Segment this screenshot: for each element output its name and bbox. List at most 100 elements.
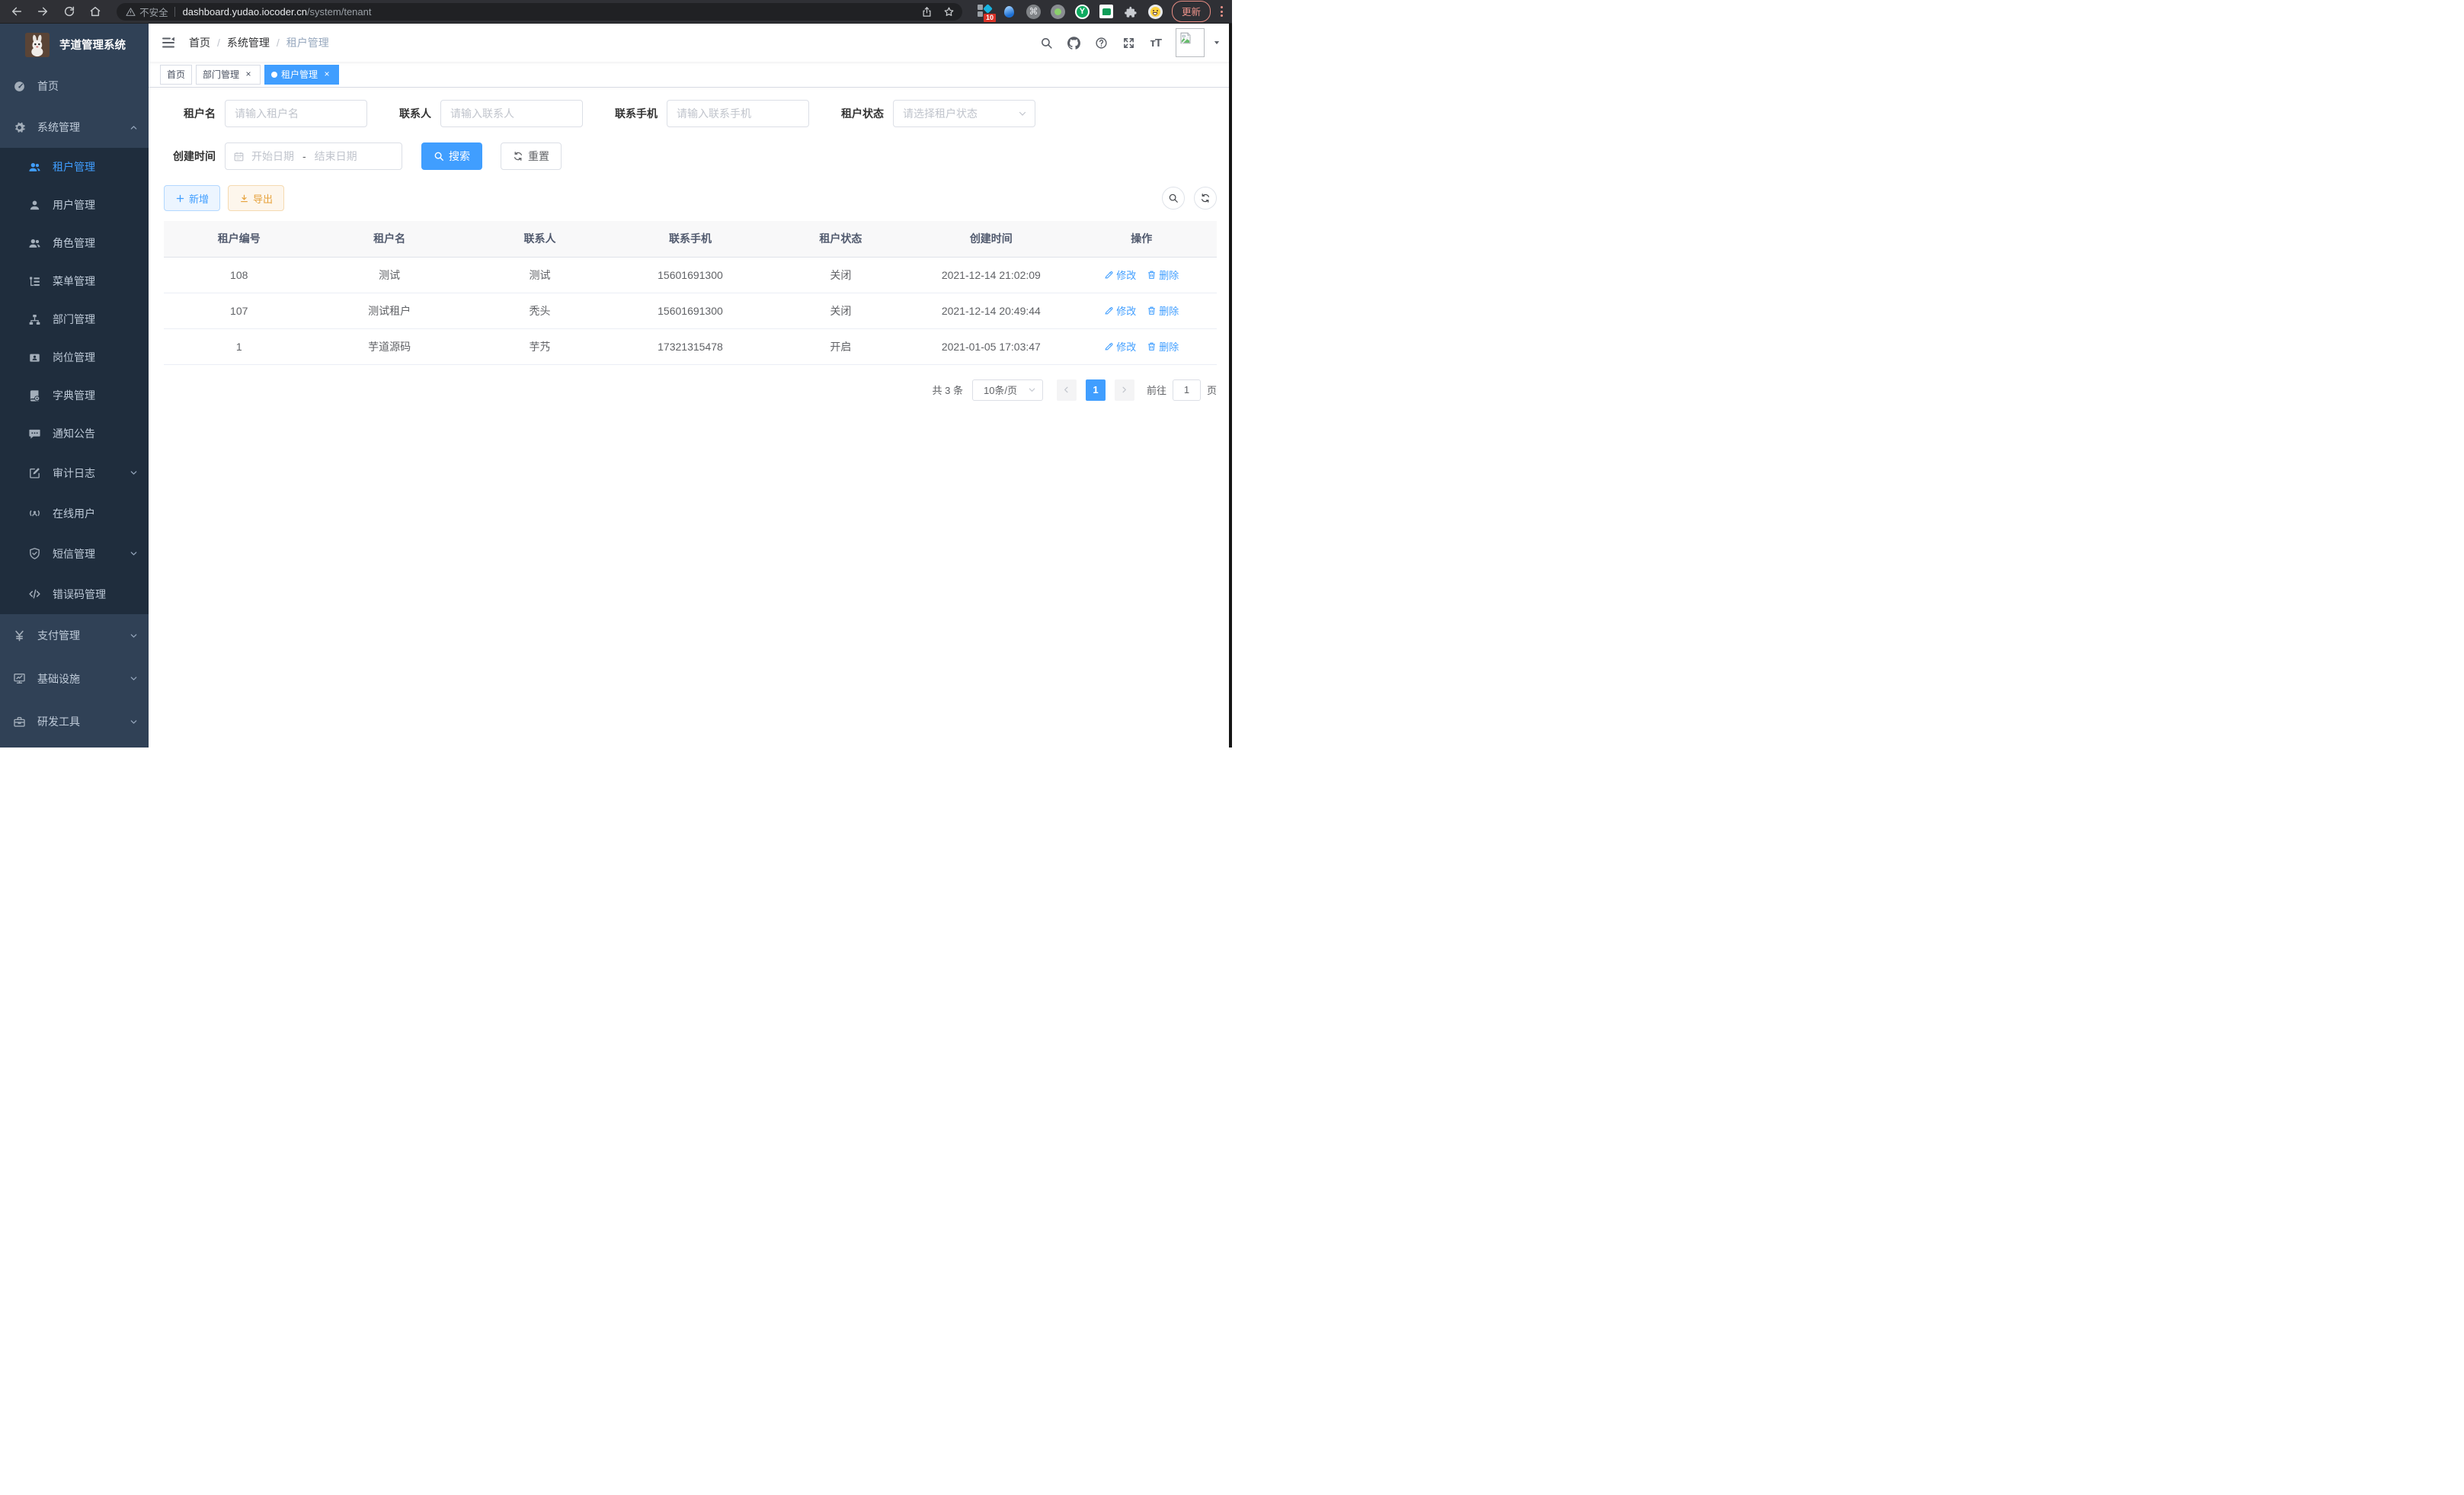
browser-forward-icon[interactable]	[34, 2, 53, 21]
tenant-name-input[interactable]	[225, 100, 367, 127]
extension-grid-icon[interactable]: 10	[978, 5, 992, 19]
breadcrumb-item[interactable]: 首页	[189, 35, 210, 50]
status-select[interactable]: 请选择租户状态	[893, 100, 1035, 127]
status-label: 租户状态	[841, 106, 884, 121]
sidebar-item-role-management[interactable]: 角色管理	[0, 224, 149, 262]
tab-home[interactable]: 首页	[160, 65, 192, 85]
audit-log-icon	[28, 466, 41, 479]
error-code-icon	[28, 587, 41, 600]
omnibox-divider	[174, 7, 175, 17]
sidebar-item-system-management[interactable]: 系统管理	[0, 107, 149, 148]
github-icon[interactable]	[1067, 37, 1080, 50]
sidebar-toggle-icon[interactable]	[161, 35, 176, 50]
extension-y-icon[interactable]: Y	[1075, 5, 1090, 19]
tab-tenant-management[interactable]: 租户管理×	[264, 65, 339, 85]
pagination: 共 3 条 10条/页 1 前往 页	[164, 379, 1217, 401]
sidebar-item-menu-management[interactable]: 菜单管理	[0, 262, 149, 300]
sidebar-item-sms-management[interactable]: 短信管理	[0, 533, 149, 574]
page-suffix: 页	[1207, 383, 1217, 397]
security-label[interactable]: 不安全	[139, 5, 168, 19]
sms-shield-icon	[28, 547, 41, 560]
sidebar-item-infrastructure[interactable]: 基础设施	[0, 657, 149, 700]
sidebar-item-dept-management[interactable]: 部门管理	[0, 300, 149, 338]
sidebar: 芋道管理系统 首页系统管理租户管理用户管理角色管理菜单管理部门管理岗位管理字典管…	[0, 24, 149, 748]
sidebar-menu: 首页系统管理租户管理用户管理角色管理菜单管理部门管理岗位管理字典管理通知公告审计…	[0, 66, 149, 743]
close-tab-icon[interactable]: ×	[322, 69, 332, 80]
user-avatar[interactable]	[1176, 28, 1205, 57]
font-size-icon[interactable]: тT	[1150, 37, 1161, 50]
help-icon[interactable]	[1095, 37, 1108, 50]
table-row: 108测试测试15601691300关闭2021-12-14 21:02:09修…	[164, 257, 1217, 293]
trash-icon	[1147, 306, 1157, 315]
extension-badge: 10	[983, 13, 997, 23]
cell-mobile: 15601691300	[615, 293, 765, 328]
sidebar-item-error-code-management[interactable]: 错误码管理	[0, 574, 149, 614]
edit-link[interactable]: 修改	[1104, 339, 1136, 354]
delete-link[interactable]: 删除	[1147, 267, 1179, 282]
search-icon	[1168, 193, 1179, 203]
refresh-table-button[interactable]	[1194, 187, 1217, 210]
sidebar-item-online-users[interactable]: 在线用户	[0, 493, 149, 533]
breadcrumb-item[interactable]: 系统管理	[227, 35, 270, 50]
extension-balloon-icon[interactable]	[1002, 5, 1016, 19]
browser-home-icon[interactable]	[87, 2, 105, 21]
tab-dept-management[interactable]: 部门管理×	[196, 65, 261, 85]
extension-chat-icon[interactable]	[1099, 5, 1114, 19]
goto-page-input[interactable]	[1173, 379, 1201, 401]
bookmark-star-icon[interactable]	[943, 6, 955, 18]
next-page-button[interactable]	[1115, 379, 1134, 401]
search-button[interactable]: 搜索	[421, 142, 482, 170]
chrome-update-button[interactable]: 更新	[1172, 1, 1211, 22]
address-bar[interactable]: 不安全 dashboard.yudao.iocoder.cn/system/te…	[117, 3, 962, 21]
reset-button[interactable]: 重置	[501, 142, 562, 170]
column-header: 租户状态	[766, 221, 916, 257]
column-header: 租户编号	[164, 221, 314, 257]
extension-recorder-icon[interactable]	[1051, 5, 1065, 19]
sidebar-item-audit-log[interactable]: 审计日志	[0, 453, 149, 493]
create-time-range-picker[interactable]: 开始日期 - 结束日期	[225, 142, 402, 170]
mobile-input[interactable]	[667, 100, 809, 127]
delete-link[interactable]: 删除	[1147, 339, 1179, 354]
export-button[interactable]: 导出	[228, 185, 284, 211]
close-tab-icon[interactable]: ×	[243, 69, 254, 80]
page-number-current[interactable]: 1	[1086, 379, 1106, 401]
broken-image-icon	[1179, 31, 1192, 45]
payment-icon	[13, 629, 26, 642]
sidebar-item-tenant-management[interactable]: 租户管理	[0, 148, 149, 186]
share-icon[interactable]	[921, 6, 933, 18]
goto-label: 前往	[1147, 383, 1166, 397]
browser-back-icon[interactable]	[8, 2, 26, 21]
edit-link[interactable]: 修改	[1104, 267, 1136, 282]
delete-link[interactable]: 删除	[1147, 303, 1179, 318]
extensions-puzzle-icon[interactable]	[1124, 5, 1138, 19]
chrome-menu-icon[interactable]	[1218, 5, 1226, 18]
show-search-toggle-button[interactable]	[1162, 187, 1185, 210]
sidebar-item-dev-tools[interactable]: 研发工具	[0, 700, 149, 743]
edit-link[interactable]: 修改	[1104, 303, 1136, 318]
extension-command-icon[interactable]: ⌘	[1026, 5, 1041, 19]
user-icon	[28, 199, 41, 212]
sidebar-item-dict-management[interactable]: 字典管理	[0, 376, 149, 415]
prev-page-button[interactable]	[1057, 379, 1077, 401]
avatar-caret-down-icon[interactable]	[1213, 39, 1221, 46]
sidebar-item-user-management[interactable]: 用户管理	[0, 186, 149, 224]
column-header: 租户名	[314, 221, 464, 257]
sidebar-item-post-management[interactable]: 岗位管理	[0, 338, 149, 376]
sidebar-item-home[interactable]: 首页	[0, 66, 149, 107]
search-icon	[434, 151, 444, 162]
cell-contact: 测试	[465, 257, 615, 293]
sidebar-item-notice-announcement[interactable]: 通知公告	[0, 415, 149, 453]
browser-reload-icon[interactable]	[60, 2, 78, 21]
fullscreen-icon[interactable]	[1122, 37, 1135, 50]
download-icon	[239, 194, 249, 203]
add-button[interactable]: 新增	[164, 185, 220, 211]
edit-pencil-icon	[1104, 270, 1114, 280]
profile-avatar-icon[interactable]	[1148, 5, 1163, 19]
header-search-icon[interactable]	[1040, 37, 1053, 50]
app-logo[interactable]: 芋道管理系统	[0, 24, 149, 66]
column-header: 联系手机	[615, 221, 765, 257]
page-size-select[interactable]: 10条/页	[972, 379, 1043, 401]
sidebar-item-payment-management[interactable]: 支付管理	[0, 614, 149, 657]
org-tree-icon	[28, 313, 41, 326]
contact-input[interactable]	[440, 100, 583, 127]
